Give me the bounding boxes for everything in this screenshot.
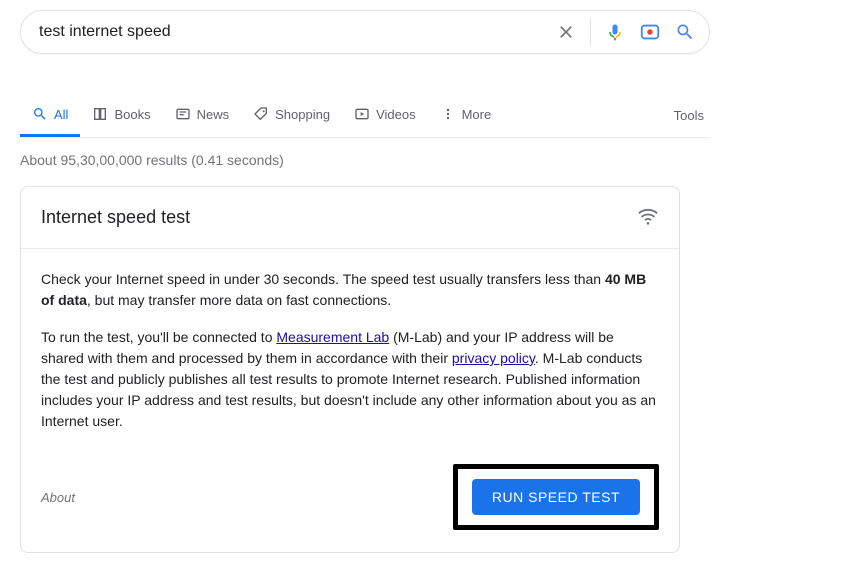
card-title: Internet speed test [41, 207, 190, 228]
about-link[interactable]: About [41, 490, 75, 505]
tab-all[interactable]: All [20, 96, 80, 137]
tag-icon [253, 106, 269, 122]
divider [590, 18, 591, 46]
book-icon [92, 106, 108, 122]
tabs-row: All Books News Shopping Videos More [20, 96, 710, 138]
tab-news[interactable]: News [163, 96, 242, 137]
tab-label: Videos [376, 107, 416, 122]
highlight-box: RUN SPEED TEST [453, 464, 659, 530]
tab-label: News [197, 107, 230, 122]
tab-shopping[interactable]: Shopping [241, 96, 342, 137]
result-stats: About 95,30,00,000 results (0.41 seconds… [20, 138, 857, 186]
privacy-policy-link[interactable]: privacy policy [452, 350, 535, 366]
play-icon [354, 106, 370, 122]
tab-label: Shopping [275, 107, 330, 122]
dots-icon [440, 106, 456, 122]
voice-search-icon[interactable] [605, 22, 625, 42]
search-icon [32, 106, 48, 122]
search-icon[interactable] [675, 22, 695, 42]
card-paragraph-2: To run the test, you'll be connected to … [41, 327, 659, 432]
news-icon [175, 106, 191, 122]
card-body: Check your Internet speed in under 30 se… [21, 249, 679, 456]
tab-more[interactable]: More [428, 96, 504, 137]
tab-label: More [462, 107, 492, 122]
tab-videos[interactable]: Videos [342, 96, 428, 137]
tab-label: All [54, 107, 68, 122]
lens-icon[interactable] [639, 21, 661, 43]
clear-icon[interactable] [556, 22, 576, 42]
search-bar[interactable] [20, 10, 710, 54]
search-input[interactable] [35, 23, 556, 41]
run-speed-test-button[interactable]: RUN SPEED TEST [472, 479, 640, 515]
speed-test-card: Internet speed test Check your Internet … [20, 186, 680, 553]
tab-label: Books [114, 107, 150, 122]
tools-button[interactable]: Tools [668, 98, 710, 135]
tab-books[interactable]: Books [80, 96, 162, 137]
measurement-lab-link[interactable]: Measurement Lab [276, 329, 389, 345]
card-paragraph-1: Check your Internet speed in under 30 se… [41, 269, 659, 311]
suggestions-placeholder [20, 62, 500, 86]
wifi-icon [637, 205, 659, 230]
